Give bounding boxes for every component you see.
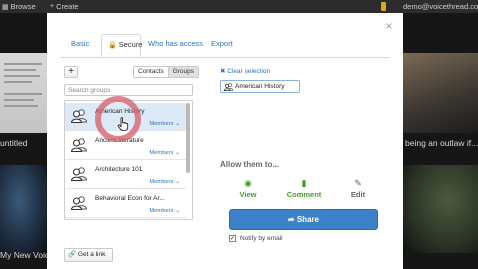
share-tabs: Basic 🔒 Secure Who has access Export — [60, 34, 390, 58]
hand-cursor-icon — [117, 117, 129, 131]
plus-icon: + — [50, 3, 55, 10]
contacts-toggle[interactable]: Contacts — [134, 67, 168, 77]
members-label: Members — [149, 121, 174, 127]
create-link[interactable]: + Create — [50, 2, 79, 11]
members-label: Members — [149, 179, 174, 185]
get-a-link-button[interactable]: 🔗 Get a link — [64, 248, 113, 262]
notify-checkbox[interactable]: ✓ — [229, 235, 236, 242]
contacts-groups-toggle: Contacts Groups — [133, 66, 199, 78]
group-icon — [71, 196, 87, 210]
eye-icon: ◉ — [244, 178, 252, 188]
members-dropdown[interactable]: Members ⌄ — [149, 179, 180, 185]
clear-selection-link[interactable]: ✖ Clear selection — [220, 67, 270, 75]
thumbnail-document[interactable] — [0, 53, 48, 133]
close-icon: ✖ — [220, 68, 226, 75]
chevron-down-icon: ⌄ — [175, 208, 180, 214]
group-icon — [71, 109, 87, 123]
thumbnail-caption: being an outlaw if... — [405, 138, 478, 148]
tab-secure[interactable]: 🔒 Secure — [101, 34, 143, 57]
allow-them-to-heading: Allow them to... — [220, 160, 280, 169]
create-label: Create — [56, 2, 79, 11]
top-nav-bar: ▦ Browse + Create demo@voicethread.com — [0, 0, 478, 13]
close-icon[interactable]: × — [383, 20, 395, 32]
search-groups-input[interactable] — [64, 84, 193, 96]
link-icon: 🔗 — [68, 251, 77, 258]
tab-secure-label: Secure — [118, 40, 143, 49]
tab-who-has-access[interactable]: Who has access — [148, 39, 203, 48]
share-button[interactable]: ➦ Share — [229, 209, 378, 230]
chevron-down-icon: ⌄ — [175, 121, 180, 127]
view-permission-toggle[interactable]: ◉ View — [228, 178, 268, 199]
list-item[interactable]: Architecture 101 Members ⌄ — [65, 161, 186, 189]
list-scrollbar[interactable] — [186, 103, 190, 173]
user-email: demo@voicethread.com — [403, 2, 478, 11]
edit-permission-toggle[interactable]: ✎ Edit — [338, 178, 378, 199]
notify-label: Notify by email — [240, 235, 283, 242]
notify-by-email-option: ✓ Notify by email — [229, 235, 283, 242]
group-icon — [71, 138, 87, 152]
selected-group-chip[interactable]: American History — [220, 80, 300, 93]
notification-icon[interactable] — [381, 2, 386, 11]
browse-icon: ▦ — [2, 3, 9, 11]
user-account-link[interactable]: demo@voicethread.com — [403, 2, 478, 11]
share-arrow-icon: ➦ — [287, 215, 295, 224]
share-label: Share — [296, 215, 320, 224]
browse-label: Browse — [10, 2, 36, 11]
pencil-icon: ✎ — [354, 178, 362, 188]
list-item[interactable]: Behavioral Econ for Ar... Members ⌄ — [65, 190, 186, 218]
comment-label: Comment — [286, 190, 322, 199]
group-name: Architecture 101 — [95, 166, 143, 173]
group-icon — [224, 83, 233, 91]
comment-icon: ▮ — [301, 178, 307, 188]
selected-group-name: American History — [235, 83, 285, 90]
lock-icon: 🔒 — [108, 42, 117, 49]
group-name: Behavioral Econ for Ar... — [95, 195, 165, 202]
thumbnail-caption: My New Voic — [0, 250, 50, 260]
chevron-down-icon: ⌄ — [175, 179, 180, 185]
group-icon — [71, 167, 87, 181]
members-label: Members — [149, 208, 174, 214]
members-label: Members — [149, 150, 174, 156]
members-dropdown[interactable]: Members ⌄ — [149, 121, 180, 127]
clear-selection-label: Clear selection — [227, 68, 271, 75]
add-button[interactable]: + — [64, 66, 78, 78]
comment-permission-toggle[interactable]: ▮ Comment — [284, 178, 324, 199]
view-label: View — [239, 190, 257, 199]
edit-label: Edit — [350, 190, 366, 199]
thumbnail-caption: untitled — [0, 138, 28, 148]
thumbnail-outdoor[interactable] — [403, 165, 478, 253]
browse-link[interactable]: ▦ Browse — [2, 2, 36, 11]
groups-toggle[interactable]: Groups — [167, 67, 198, 77]
tab-basic[interactable]: Basic — [71, 39, 89, 48]
thumbnail-hands[interactable] — [0, 165, 48, 253]
get-a-link-label: Get a link — [77, 251, 106, 258]
thumbnail-photo[interactable] — [403, 53, 478, 133]
members-dropdown[interactable]: Members ⌄ — [149, 150, 180, 156]
members-dropdown[interactable]: Members ⌄ — [149, 208, 180, 214]
tab-export[interactable]: Export — [211, 39, 233, 48]
chevron-down-icon: ⌄ — [175, 150, 180, 156]
